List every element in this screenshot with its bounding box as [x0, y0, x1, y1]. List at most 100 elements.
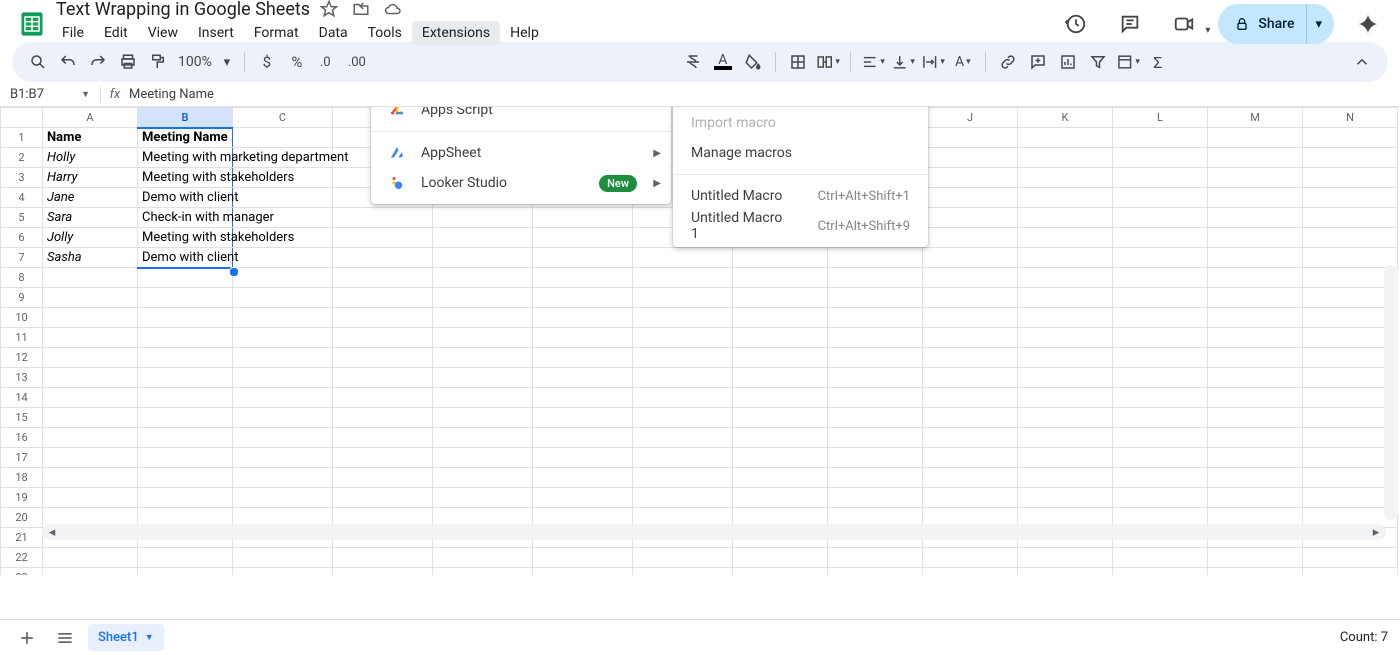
- cell[interactable]: [1208, 148, 1303, 168]
- select-all-cell[interactable]: [1, 108, 43, 128]
- column-header[interactable]: K: [1018, 108, 1113, 128]
- cell[interactable]: Name: [43, 128, 138, 148]
- cell[interactable]: [43, 308, 138, 328]
- cell[interactable]: [923, 488, 1018, 508]
- cell[interactable]: [633, 468, 733, 488]
- cell[interactable]: [1113, 548, 1208, 568]
- cell[interactable]: [1113, 208, 1208, 228]
- cell[interactable]: [333, 408, 433, 428]
- cell[interactable]: [923, 548, 1018, 568]
- cell[interactable]: [43, 488, 138, 508]
- cell[interactable]: [1303, 188, 1398, 208]
- row-header[interactable]: 22: [1, 548, 43, 568]
- text-color-icon[interactable]: A: [711, 50, 735, 74]
- row-header[interactable]: 12: [1, 348, 43, 368]
- cell[interactable]: [733, 568, 828, 576]
- name-box[interactable]: B1:B7 ▼: [0, 87, 101, 102]
- row-header[interactable]: 17: [1, 448, 43, 468]
- cell[interactable]: [633, 288, 733, 308]
- cell[interactable]: [1018, 128, 1113, 148]
- cell[interactable]: [333, 308, 433, 328]
- cell[interactable]: [1018, 348, 1113, 368]
- cell[interactable]: [333, 368, 433, 388]
- cell[interactable]: [828, 308, 923, 328]
- cell[interactable]: [138, 408, 233, 428]
- cell[interactable]: [433, 208, 533, 228]
- cell[interactable]: [1303, 568, 1398, 576]
- cell[interactable]: [923, 288, 1018, 308]
- cell[interactable]: [138, 288, 233, 308]
- menu-insert[interactable]: Insert: [188, 21, 244, 45]
- cell[interactable]: [828, 388, 923, 408]
- cell[interactable]: [1018, 168, 1113, 188]
- comment-icon[interactable]: [1026, 50, 1050, 74]
- cell[interactable]: [733, 348, 828, 368]
- cell[interactable]: [923, 308, 1018, 328]
- cell[interactable]: [1113, 128, 1208, 148]
- chevron-down-icon[interactable]: ▾: [220, 50, 234, 74]
- cell[interactable]: [533, 448, 633, 468]
- menu-extensions[interactable]: Extensions: [412, 21, 500, 45]
- row-header[interactable]: 16: [1, 428, 43, 448]
- h-align-icon[interactable]: ▾: [861, 50, 885, 74]
- row-header[interactable]: 13: [1, 368, 43, 388]
- cell[interactable]: [923, 328, 1018, 348]
- cell[interactable]: [1208, 308, 1303, 328]
- cell[interactable]: [923, 248, 1018, 268]
- column-header[interactable]: M: [1208, 108, 1303, 128]
- cell[interactable]: [533, 488, 633, 508]
- merge-cells-icon[interactable]: ▾: [816, 50, 840, 74]
- cell[interactable]: [43, 468, 138, 488]
- cell[interactable]: [923, 228, 1018, 248]
- horizontal-scrollbar[interactable]: ◂ ▸: [42, 524, 1386, 540]
- cell[interactable]: [1018, 208, 1113, 228]
- scroll-thumb[interactable]: [326, 526, 1106, 538]
- cell[interactable]: Meeting Name: [138, 128, 233, 148]
- cell[interactable]: [1018, 448, 1113, 468]
- v-align-icon[interactable]: ▾: [891, 50, 915, 74]
- cell[interactable]: [633, 248, 733, 268]
- cell[interactable]: [138, 568, 233, 576]
- cell[interactable]: [923, 428, 1018, 448]
- cell[interactable]: Sara: [43, 208, 138, 228]
- cell[interactable]: [138, 448, 233, 468]
- cell[interactable]: [1303, 248, 1398, 268]
- column-header[interactable]: L: [1113, 108, 1208, 128]
- macro-item-1[interactable]: Untitled Macro Ctrl+Alt+Shift+1: [673, 181, 928, 211]
- cell[interactable]: [923, 168, 1018, 188]
- cell[interactable]: [138, 348, 233, 368]
- cell[interactable]: [1208, 248, 1303, 268]
- cell[interactable]: [633, 408, 733, 428]
- cell[interactable]: [533, 348, 633, 368]
- cell[interactable]: [1113, 308, 1208, 328]
- cell[interactable]: [1018, 408, 1113, 428]
- cell[interactable]: [923, 208, 1018, 228]
- move-icon[interactable]: [352, 0, 370, 18]
- cell[interactable]: [43, 388, 138, 408]
- ext-appsheet[interactable]: AppSheet ▶: [371, 138, 671, 168]
- cell[interactable]: [828, 488, 923, 508]
- cell[interactable]: Meeting with stakeholders: [138, 168, 233, 188]
- cell[interactable]: [43, 448, 138, 468]
- rotate-icon[interactable]: A▾: [951, 50, 975, 74]
- cell[interactable]: [333, 468, 433, 488]
- cell[interactable]: [733, 308, 828, 328]
- cell[interactable]: [1208, 548, 1303, 568]
- vertical-scrollbar[interactable]: [1384, 265, 1398, 520]
- menu-view[interactable]: View: [138, 21, 188, 45]
- cell[interactable]: [1208, 468, 1303, 488]
- cell[interactable]: [828, 368, 923, 388]
- cell[interactable]: [1208, 348, 1303, 368]
- ext-apps-script[interactable]: Apps Script: [371, 107, 671, 125]
- cell[interactable]: [533, 428, 633, 448]
- cell[interactable]: [333, 448, 433, 468]
- cell[interactable]: [233, 328, 333, 348]
- row-header[interactable]: 14: [1, 388, 43, 408]
- cell[interactable]: [333, 288, 433, 308]
- cell[interactable]: [43, 348, 138, 368]
- cell[interactable]: [433, 468, 533, 488]
- cell[interactable]: Check-in with manager: [138, 208, 233, 228]
- row-header[interactable]: 21: [1, 528, 43, 548]
- column-header[interactable]: N: [1303, 108, 1398, 128]
- cell[interactable]: [923, 568, 1018, 576]
